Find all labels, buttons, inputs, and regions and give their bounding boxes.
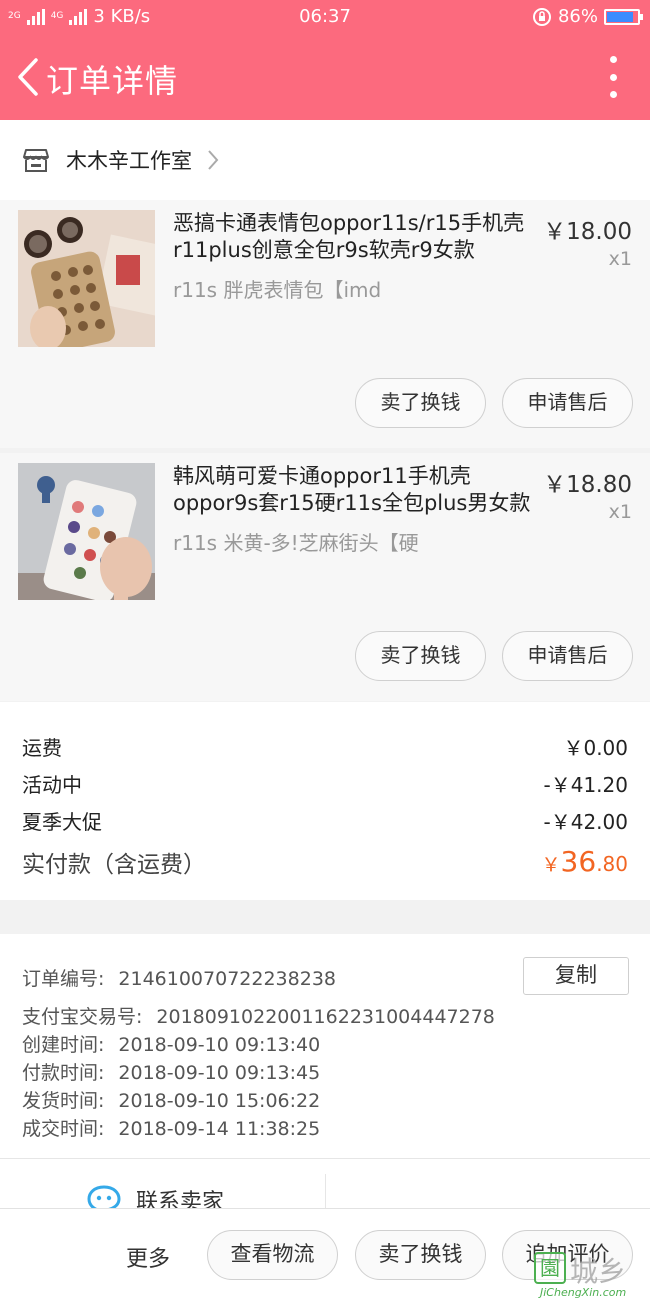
product-image[interactable] — [18, 463, 155, 600]
battery-fill — [607, 11, 633, 22]
vertical-divider — [325, 1174, 326, 1210]
paid-label: 付款时间: — [22, 1062, 105, 1084]
promo-row: 夏季大促 -￥42.00 — [22, 806, 628, 835]
after-sale-button[interactable]: 申请售后 — [502, 378, 633, 428]
chevron-right-icon — [208, 150, 219, 170]
sell-button[interactable]: 卖了换钱 — [355, 378, 486, 428]
shop-name: 木木辛工作室 — [66, 149, 192, 173]
copy-button[interactable]: 复制 — [523, 957, 629, 995]
shipping-label: 运费 — [22, 736, 62, 760]
sell-button[interactable]: 卖了换钱 — [355, 1230, 486, 1280]
product-spec: r11s 米黄-多!芝麻街头【硬 — [173, 531, 419, 555]
promo-label: 夏季大促 — [22, 810, 102, 834]
store-icon — [23, 149, 49, 172]
promo-value: -￥42.00 — [543, 810, 628, 834]
product-quantity: x1 — [608, 501, 632, 523]
done-time: 2018-09-14 11:38:25 — [118, 1118, 321, 1140]
price-summary: 运费 ￥0.00 活动中 -￥41.20 夏季大促 -￥42.00 实付款（含运… — [0, 702, 650, 900]
order-number-row: 订单编号: 214610070722238238 — [22, 964, 336, 991]
order-item[interactable]: 韩风萌可爱卡通oppor11手机壳oppor9s套r15硬r11s全包plus男… — [0, 453, 650, 701]
shipped-time: 2018-09-10 15:06:22 — [118, 1090, 321, 1112]
product-image[interactable] — [18, 210, 155, 347]
order-number-label: 订单编号: — [22, 968, 105, 990]
more-button[interactable]: 更多 — [126, 1241, 170, 1273]
created-time: 2018-09-10 09:13:40 — [118, 1034, 321, 1056]
battery-icon — [604, 8, 643, 25]
alipay-row: 支付宝交易号: 2018091022001162231004447278 — [22, 1002, 495, 1029]
shipped-label: 发货时间: — [22, 1090, 105, 1112]
rotation-lock-icon — [532, 7, 551, 26]
shipping-row: 运费 ￥0.00 — [22, 732, 628, 761]
done-row: 成交时间: 2018-09-14 11:38:25 — [22, 1114, 320, 1141]
status-bar: 2G 4G 3 KB/s 06:37 86% — [0, 0, 650, 34]
product-quantity: x1 — [608, 248, 632, 270]
order-item[interactable]: 恶搞卡通表情包oppor11s/r15手机壳r11plus创意全包r9s软壳r9… — [0, 200, 650, 448]
shipped-row: 发货时间: 2018-09-10 15:06:22 — [22, 1086, 320, 1113]
more-menu-icon[interactable] — [606, 56, 620, 98]
watermark-icon: 園 — [534, 1252, 566, 1284]
total-decimal: .80 — [596, 852, 628, 876]
paid-time: 2018-09-10 09:13:45 — [118, 1062, 321, 1084]
order-number: 214610070722238238 — [118, 968, 336, 990]
shop-row[interactable]: 木木辛工作室 — [0, 120, 650, 200]
created-row: 创建时间: 2018-09-10 09:13:40 — [22, 1030, 320, 1057]
page-title: 订单详情 — [46, 62, 179, 100]
after-sale-button[interactable]: 申请售后 — [502, 631, 633, 681]
product-title[interactable]: 韩风萌可爱卡通oppor11手机壳oppor9s套r15硬r11s全包plus男… — [173, 463, 533, 517]
total-row: 实付款（含运费） ￥36.80 — [22, 845, 628, 879]
watermark-text: 城乡 — [570, 1255, 627, 1288]
battery-percent: 86% — [557, 6, 598, 27]
total-integer: 36 — [560, 845, 597, 878]
done-label: 成交时间: — [22, 1118, 105, 1140]
paid-row: 付款时间: 2018-09-10 09:13:45 — [22, 1058, 320, 1085]
activity-label: 活动中 — [22, 773, 82, 797]
shipping-value: ￥0.00 — [563, 736, 628, 760]
product-price: ￥18.00 — [543, 219, 632, 245]
product-price: ￥18.80 — [543, 472, 632, 498]
divider — [0, 1158, 650, 1159]
created-label: 创建时间: — [22, 1034, 105, 1056]
total-value: ￥36.80 — [542, 845, 628, 879]
activity-value: -￥41.20 — [543, 773, 628, 797]
view-logistics-button[interactable]: 查看物流 — [207, 1230, 338, 1280]
product-spec: r11s 胖虎表情包【imd — [173, 278, 382, 302]
battery-status: 86% — [532, 6, 643, 27]
total-label: 实付款（含运费） — [22, 852, 206, 878]
title-bar: 订单详情 — [0, 34, 650, 120]
alipay-number: 2018091022001162231004447278 — [156, 1006, 495, 1028]
activity-row: 活动中 -￥41.20 — [22, 769, 628, 798]
alipay-label: 支付宝交易号: — [22, 1006, 143, 1028]
product-title[interactable]: 恶搞卡通表情包oppor11s/r15手机壳r11plus创意全包r9s软壳r9… — [173, 210, 533, 264]
watermark-logo: 園 城乡 JiChengXin.com — [534, 1250, 650, 1300]
sell-button[interactable]: 卖了换钱 — [355, 631, 486, 681]
total-currency: ￥ — [541, 854, 561, 876]
watermark-url: JiChengXin.com — [540, 1286, 627, 1299]
back-arrow-icon[interactable] — [10, 54, 46, 100]
